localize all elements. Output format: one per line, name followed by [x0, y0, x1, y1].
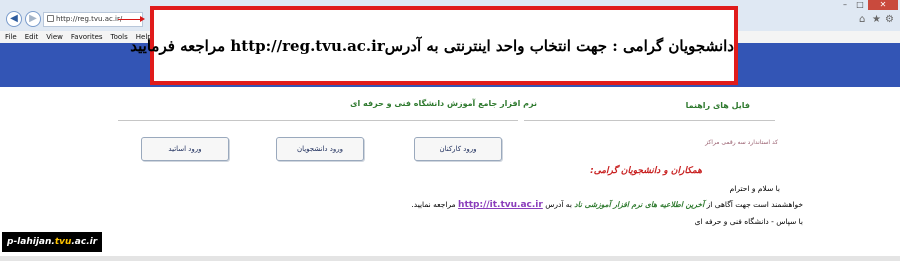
menu-tools[interactable]: Tools	[111, 33, 128, 41]
message-body: خواهشمند است جهت آگاهی از آخرین اطلاعیه …	[411, 200, 803, 210]
message-text-end: مراجعه نمایید.	[411, 200, 459, 209]
maximize-button[interactable]: □	[853, 0, 867, 10]
address-text: http://reg.tvu.ac.ir/	[56, 15, 123, 23]
message-heading: همکاران و دانشجویان گرامی:	[590, 166, 702, 176]
minimize-button[interactable]: –	[838, 0, 852, 10]
notice-text-before: دانشجویان گرامی : جهت انتخاب واحد اینترن…	[384, 37, 734, 55]
page-icon	[47, 15, 54, 22]
notice-text-after: مراجعه فرمایید	[130, 37, 231, 55]
watermark-suffix: .ac.ir	[71, 237, 98, 247]
student-login-button[interactable]: ورود دانشجویان	[276, 137, 364, 161]
message-text-middle: به آدرس	[542, 200, 575, 209]
message-greeting: با سلام و احترام	[729, 184, 780, 193]
professor-login-button[interactable]: ورود اساتید	[141, 137, 229, 161]
watermark-accent: tvu	[54, 237, 72, 247]
message-emphasis: آخرین اطلاعیه های نرم افزار آموزشی ناد	[574, 200, 705, 209]
footer-strip	[0, 256, 900, 261]
site-watermark: p-lahijan.tvu.ac.ir	[2, 232, 103, 252]
page-content	[0, 87, 900, 261]
menu-favorites[interactable]: Favorites	[71, 33, 103, 41]
menu-edit[interactable]: Edit	[25, 33, 39, 41]
gear-icon[interactable]: ⚙	[885, 14, 894, 25]
center-code-note: کد استاندارد سه رقمی مراکز	[705, 139, 778, 146]
staff-login-button[interactable]: ورود کارکنان	[414, 137, 502, 161]
message-text-start: خواهشمند است جهت آگاهی از	[704, 200, 803, 209]
notice-text: دانشجویان گرامی : جهت انتخاب واحد اینترن…	[130, 37, 734, 55]
system-title-heading: نرم افزار جامع آموزش دانشگاه فنی و حرفه …	[350, 99, 537, 108]
divider-left	[118, 120, 518, 121]
registration-notice-box: دانشجویان گرامی : جهت انتخاب واحد اینترن…	[130, 6, 738, 85]
it-site-link[interactable]: http://it.tvu.ac.ir	[458, 200, 543, 210]
menu-file[interactable]: File	[5, 33, 17, 41]
back-arrow-icon[interactable]: ◀	[6, 11, 22, 27]
divider-right	[524, 120, 775, 121]
help-files-heading[interactable]: فایل های راهنما	[686, 101, 750, 110]
star-icon[interactable]: ★	[872, 14, 881, 25]
home-icon[interactable]: ⌂	[859, 14, 865, 25]
forward-arrow-icon[interactable]: ▶	[25, 11, 41, 27]
watermark-prefix: p-lahijan.	[7, 237, 55, 247]
notice-url: http://reg.tvu.ac.ir	[230, 37, 385, 55]
red-arrow-annotation	[118, 16, 145, 22]
close-button[interactable]: ✕	[868, 0, 898, 10]
menu-view[interactable]: View	[46, 33, 63, 41]
message-signature: با سپاس - دانشگاه فنی و حرفه ای	[694, 217, 803, 226]
